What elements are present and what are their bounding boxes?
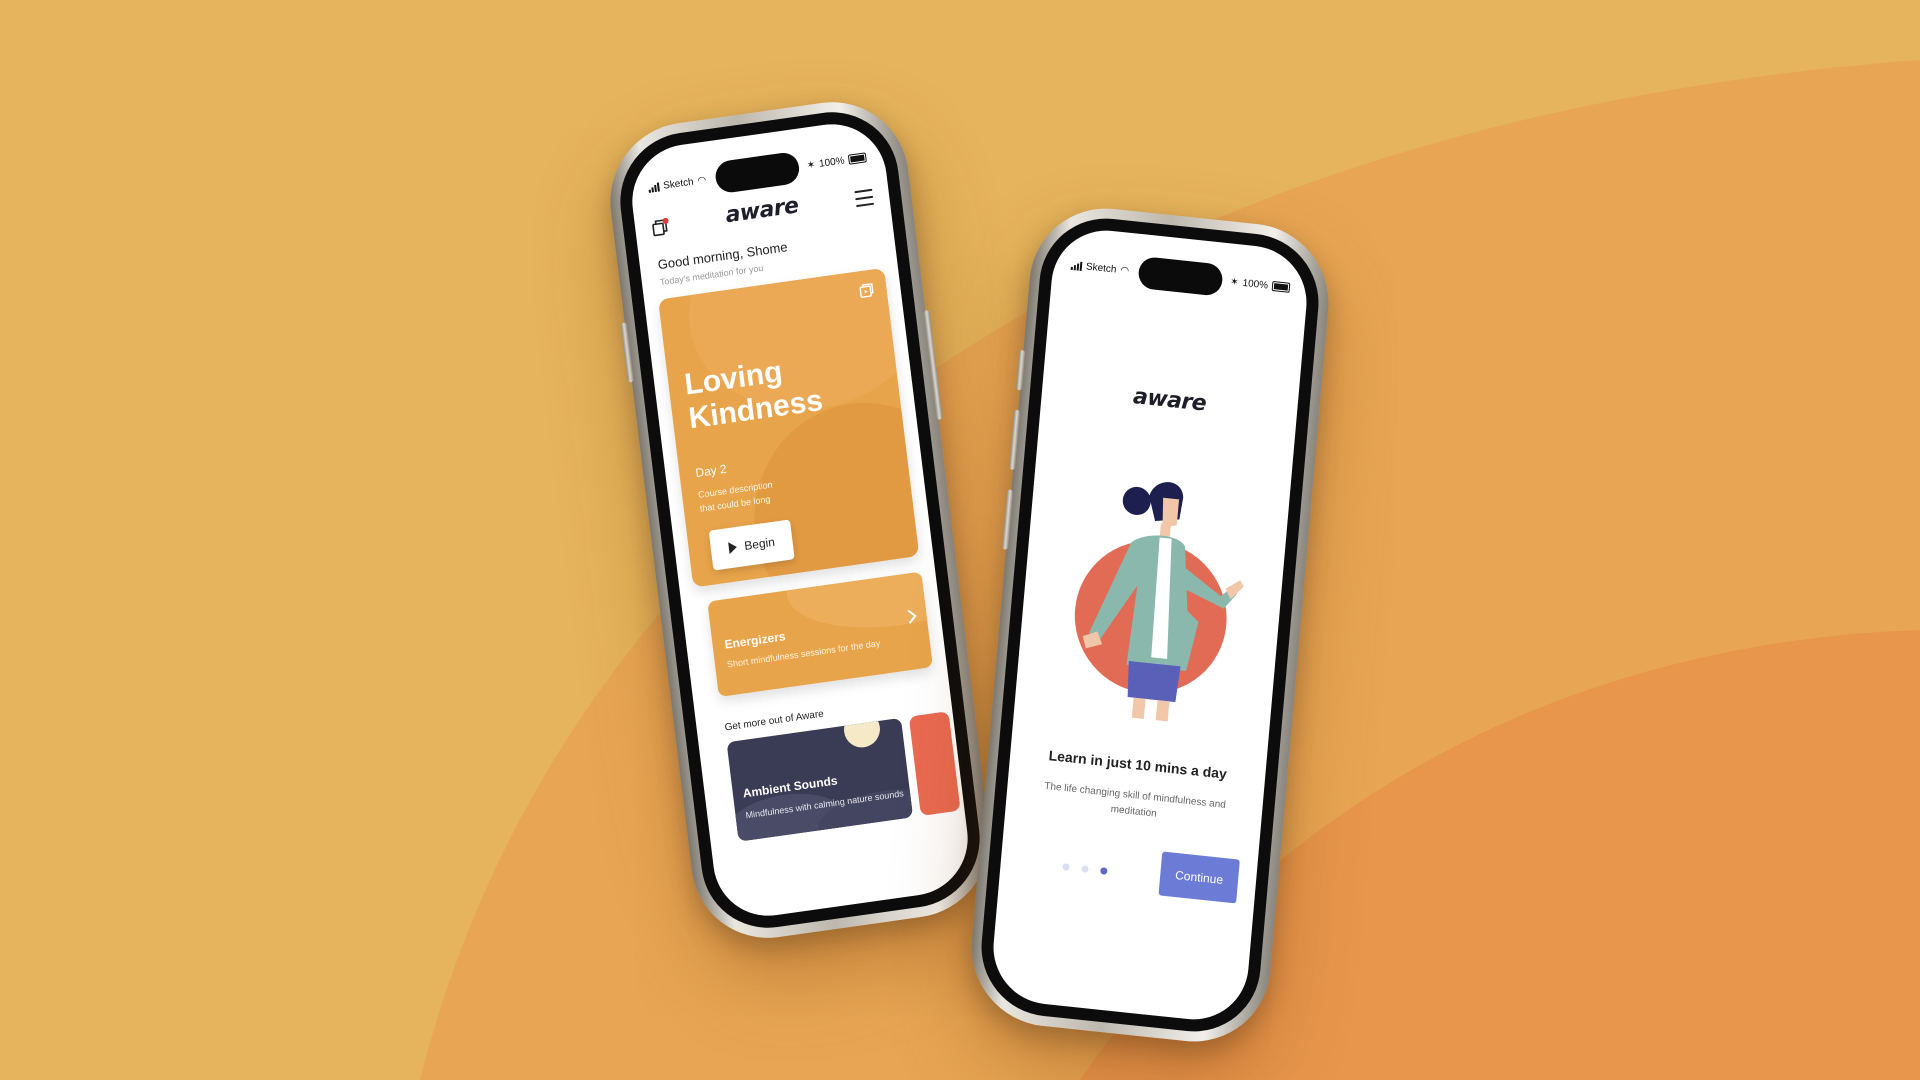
battery-label: 100%: [1242, 277, 1269, 292]
wifi-icon: ◠: [696, 174, 707, 187]
onboarding-subtitle: The life changing skill of mindfulness a…: [1043, 780, 1227, 820]
carrier-label: Sketch: [1085, 260, 1117, 276]
signal-icon: [1070, 260, 1083, 271]
library-icon[interactable]: [650, 217, 670, 237]
energizers-card[interactable]: Energizers Short mindfulness sessions fo…: [707, 571, 933, 697]
menu-icon[interactable]: [854, 188, 875, 208]
pagination-dots: [1062, 863, 1108, 875]
battery-icon: [1271, 280, 1291, 293]
page-dot-2[interactable]: [1081, 865, 1089, 873]
page-dot-1[interactable]: [1062, 863, 1070, 871]
next-card-peek[interactable]: [908, 711, 961, 816]
app-logo: aware: [1132, 384, 1208, 417]
bluetooth-icon: ✶: [1229, 276, 1240, 288]
continue-button[interactable]: Continue: [1158, 851, 1240, 904]
begin-label: Begin: [743, 534, 776, 553]
energizers-title: Energizers: [723, 629, 787, 652]
battery-label: 100%: [818, 154, 846, 170]
page-dot-3-active[interactable]: [1100, 867, 1108, 875]
battery-icon: [847, 152, 867, 165]
dynamic-island: [1137, 256, 1224, 297]
bluetooth-icon: ✶: [806, 159, 816, 172]
moon-illustration: [841, 717, 883, 750]
app-logo: aware: [724, 193, 800, 229]
meditation-day: Day 2: [694, 461, 728, 481]
background: [0, 0, 1920, 1080]
meditation-person-illustration: [1074, 482, 1244, 722]
playlist-icon[interactable]: [858, 281, 876, 299]
featured-meditation-card[interactable]: Loving Kindness Day 2 Course description…: [658, 267, 920, 588]
play-icon: [727, 541, 738, 555]
carrier-label: Sketch: [662, 176, 695, 192]
ambient-sounds-card[interactable]: Ambient Sounds Mindfulness with calming …: [726, 717, 914, 842]
signal-icon: [648, 181, 660, 193]
wifi-icon: ◠: [1119, 264, 1130, 277]
